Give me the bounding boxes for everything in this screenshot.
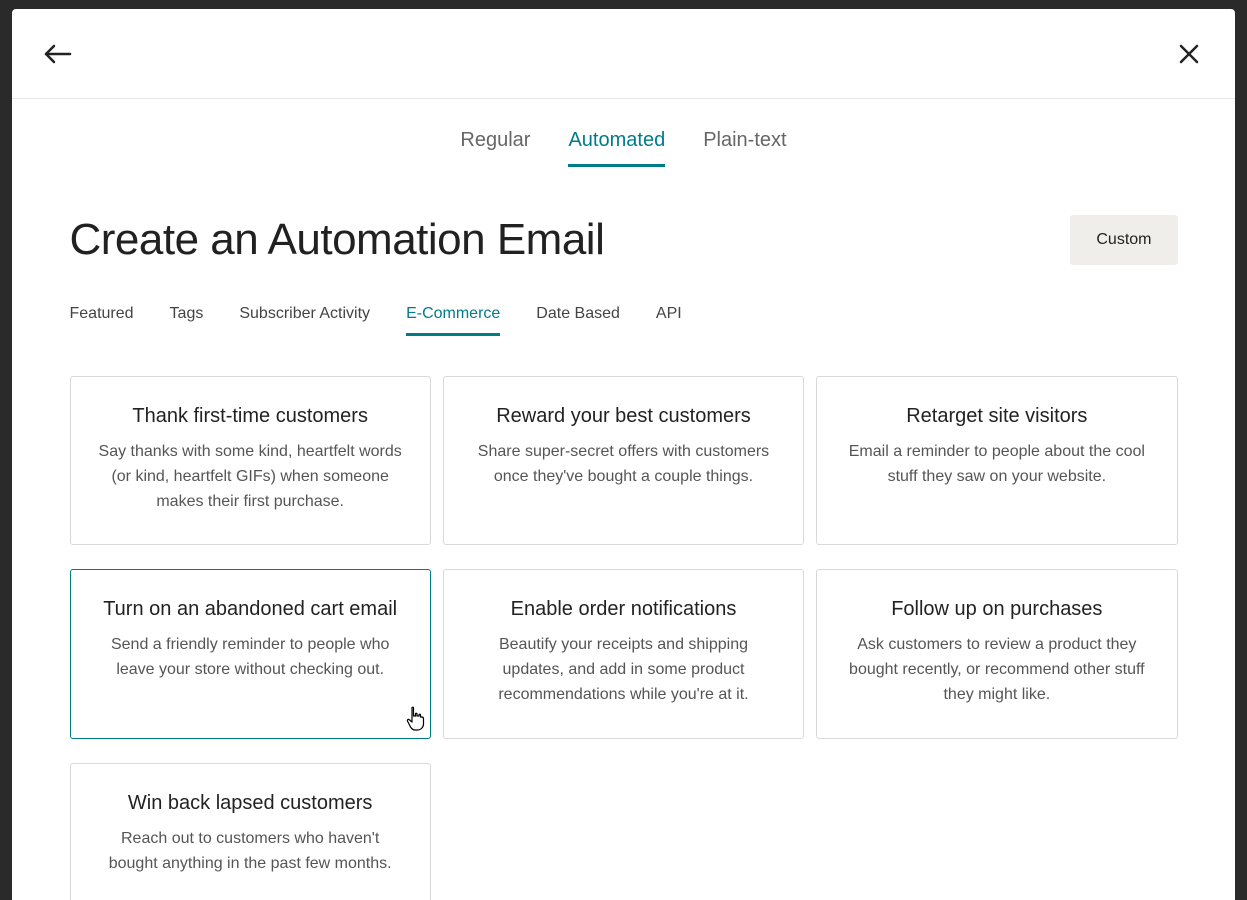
card-abandoned-cart[interactable]: Turn on an abandoned cart email Send a f…: [70, 569, 431, 738]
card-win-back-lapsed[interactable]: Win back lapsed customers Reach out to c…: [70, 763, 431, 900]
close-icon: [1178, 43, 1200, 65]
modal-header: [12, 9, 1235, 99]
card-title: Reward your best customers: [472, 405, 775, 428]
cards-grid: Thank first-time customers Say thanks wi…: [70, 376, 1178, 900]
back-button[interactable]: [40, 36, 76, 72]
arrow-left-icon: [44, 44, 72, 64]
page-title: Create an Automation Email: [70, 215, 605, 265]
card-title: Enable order notifications: [472, 598, 775, 621]
card-desc: Ask customers to review a product they b…: [845, 633, 1148, 707]
custom-button[interactable]: Custom: [1070, 215, 1177, 265]
card-desc: Beautify your receipts and shipping upda…: [472, 633, 775, 707]
tab-tags[interactable]: Tags: [170, 305, 204, 336]
card-desc: Share super-secret offers with customers…: [472, 440, 775, 490]
card-thank-first-time[interactable]: Thank first-time customers Say thanks wi…: [70, 376, 431, 545]
tab-api[interactable]: API: [656, 305, 682, 336]
card-reward-best[interactable]: Reward your best customers Share super-s…: [443, 376, 804, 545]
card-follow-up-purchases[interactable]: Follow up on purchases Ask customers to …: [816, 569, 1177, 738]
title-row: Create an Automation Email Custom: [70, 215, 1178, 265]
card-order-notifications[interactable]: Enable order notifications Beautify your…: [443, 569, 804, 738]
tab-regular[interactable]: Regular: [460, 129, 530, 167]
content-area: Create an Automation Email Custom Featur…: [70, 215, 1178, 900]
automation-modal: Regular Automated Plain-text Create an A…: [12, 9, 1235, 900]
tab-featured[interactable]: Featured: [70, 305, 134, 336]
card-desc: Reach out to customers who haven't bough…: [99, 827, 402, 877]
card-desc: Say thanks with some kind, heartfelt wor…: [99, 440, 402, 514]
primary-tabs: Regular Automated Plain-text: [12, 99, 1235, 167]
card-title: Follow up on purchases: [845, 598, 1148, 621]
modal-body[interactable]: Regular Automated Plain-text Create an A…: [12, 99, 1235, 900]
close-button[interactable]: [1171, 36, 1207, 72]
tab-plain-text[interactable]: Plain-text: [703, 129, 786, 167]
card-title: Thank first-time customers: [99, 405, 402, 428]
card-desc: Send a friendly reminder to people who l…: [99, 633, 402, 683]
tab-e-commerce[interactable]: E-Commerce: [406, 305, 500, 336]
tab-subscriber-activity[interactable]: Subscriber Activity: [239, 305, 370, 336]
card-desc: Email a reminder to people about the coo…: [845, 440, 1148, 490]
tab-automated[interactable]: Automated: [568, 129, 665, 167]
card-title: Win back lapsed customers: [99, 792, 402, 815]
secondary-tabs: Featured Tags Subscriber Activity E-Comm…: [70, 305, 1178, 336]
card-title: Retarget site visitors: [845, 405, 1148, 428]
card-retarget-visitors[interactable]: Retarget site visitors Email a reminder …: [816, 376, 1177, 545]
card-title: Turn on an abandoned cart email: [99, 598, 402, 621]
tab-date-based[interactable]: Date Based: [536, 305, 620, 336]
